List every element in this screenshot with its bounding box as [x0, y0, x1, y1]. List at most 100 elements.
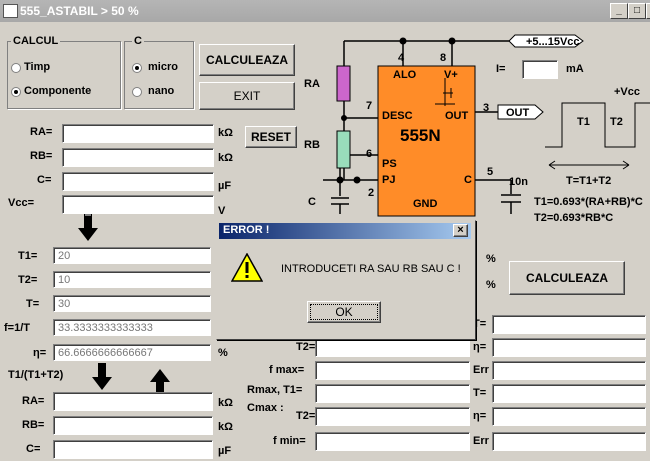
rb-unit: kΩ — [218, 152, 233, 164]
rb-bottom-label: RB= — [22, 419, 45, 431]
rmax-label: Rmax, T1= — [247, 384, 303, 396]
rmax-t1-input[interactable] — [315, 384, 470, 403]
t2-wave-label: T2 — [610, 116, 623, 128]
c-bottom-input[interactable] — [53, 440, 213, 459]
f-result-label: f=1/T — [4, 322, 30, 334]
right-t-output — [492, 315, 646, 334]
radio-timp-label: Timp — [24, 61, 51, 73]
ok-button[interactable]: OK — [307, 301, 381, 323]
t1-result: 20 — [53, 247, 211, 264]
pin-4-number: 4 — [398, 52, 405, 64]
fmax-input[interactable] — [315, 361, 470, 380]
t1-wave-label: T1 — [577, 116, 590, 128]
current-output — [522, 60, 558, 79]
vcc-wave-label: +Vcc — [614, 86, 640, 98]
right-err-label-2: Err — [473, 435, 489, 447]
rb-label: RB= — [30, 150, 53, 162]
ra-symbol-label: RA — [304, 78, 320, 90]
t-result-label: T= — [26, 298, 40, 310]
right-err-output — [492, 361, 646, 380]
radio-nano[interactable] — [132, 87, 142, 97]
c-bottom-label: C= — [26, 443, 41, 455]
right-t-label-2: T= — [473, 387, 487, 399]
pin-5-number: 5 — [487, 166, 494, 178]
right-t-output-2 — [492, 384, 646, 403]
t2-lower-label: T2= — [296, 341, 316, 353]
exit-button[interactable]: EXIT — [199, 82, 295, 110]
rb-bottom-input[interactable] — [53, 416, 213, 435]
rb-input[interactable] — [62, 148, 214, 167]
dialog-title-bar: ERROR ! × — [219, 223, 471, 239]
ra-bottom-input[interactable] — [53, 392, 213, 411]
f-result: 33.3333333333333 — [53, 319, 211, 336]
minimize-button[interactable]: _ — [610, 3, 628, 19]
chip-name: 555N — [400, 126, 441, 145]
t-result: 30 — [53, 295, 211, 312]
pin-2-number: 2 — [368, 187, 375, 199]
vcc-label: Vcc= — [8, 197, 34, 209]
ra-unit: kΩ — [218, 127, 233, 139]
c-input[interactable] — [62, 172, 214, 191]
dialog-message: INTRODUCETI RA SAU RB SAU C ! — [281, 263, 461, 275]
pin-out-label: OUT — [445, 110, 469, 122]
right-eta-label: η= — [473, 341, 487, 353]
vcc-input[interactable] — [62, 195, 214, 214]
pin-c-label: C — [464, 174, 472, 186]
c-label: C= — [37, 174, 52, 186]
t-sum-label: T=T1+T2 — [566, 175, 612, 187]
pin-3-number: 3 — [483, 102, 490, 114]
c-bottom-unit: µF — [218, 445, 232, 457]
calcul-group — [7, 41, 121, 109]
pin-desc-label: DESC — [382, 110, 413, 122]
t2-result-label: T2= — [18, 274, 38, 286]
pin-gnd-label: GND — [413, 198, 438, 210]
t1-formula: T1=0.693*(RA+RB)*C — [534, 196, 643, 208]
maximize-button[interactable]: □ — [628, 3, 646, 19]
radio-componente-label: Componente — [24, 85, 92, 97]
ra-label: RA= — [30, 126, 53, 138]
vcc-unit: V — [218, 205, 226, 217]
calculeaza-button[interactable]: CALCULEAZA — [199, 44, 295, 76]
cmax-t2-input[interactable] — [315, 407, 470, 426]
c-symbol-label: C — [308, 196, 316, 208]
app-icon — [3, 4, 18, 18]
arrow-down-icon — [78, 214, 98, 241]
close-button[interactable]: x — [646, 3, 650, 19]
eta-result-label: η= — [33, 347, 47, 359]
radio-micro-label: micro — [148, 61, 178, 73]
title-bar: 555_ASTABIL > 50 % _ □ x — [0, 0, 650, 22]
pct-unit-2: % — [486, 279, 496, 291]
right-eta-label-2: η= — [473, 410, 487, 422]
ra-input[interactable] — [62, 124, 214, 143]
fmin-input[interactable] — [315, 432, 470, 451]
ratio-label: T1/(T1+T2) — [8, 369, 64, 381]
ra-bottom-label: RA= — [22, 395, 45, 407]
dialog-title: ERROR ! — [223, 224, 270, 236]
c-unit: µF — [218, 180, 232, 192]
pct-unit-1: % — [486, 253, 496, 265]
radio-timp[interactable] — [11, 63, 21, 73]
fmax-label: f max= — [269, 364, 305, 376]
right-eta-output-2 — [492, 407, 646, 426]
error-dialog: ERROR ! × INTRODUCETI RA SAU RB SAU C ! … — [216, 220, 476, 340]
radio-componente[interactable] — [11, 87, 21, 97]
eta-result: 66.6666666666667 — [53, 344, 211, 361]
pin-6-number: 6 — [366, 148, 373, 160]
radio-micro[interactable] — [132, 63, 142, 73]
t2-lower-input[interactable] — [315, 338, 470, 357]
right-err-label: Err — [473, 364, 489, 376]
reset-button[interactable]: RESET — [245, 126, 297, 148]
ra-resistor — [336, 65, 351, 102]
calculeaza-right-button[interactable]: CALCULEAZA — [509, 261, 625, 295]
window-title: 555_ASTABIL > 50 % — [20, 4, 139, 18]
pin-8-number: 8 — [440, 52, 447, 64]
rb-symbol-label: RB — [304, 139, 320, 151]
right-eta-output — [492, 338, 646, 357]
warning-icon — [231, 253, 263, 282]
right-err-output-2 — [492, 432, 646, 451]
current-label: I= — [496, 63, 506, 75]
c-group-title: C — [132, 35, 144, 47]
ra-bottom-unit: kΩ — [218, 397, 233, 409]
dialog-close-button[interactable]: × — [453, 224, 468, 237]
pin-vplus-label: V+ — [444, 69, 458, 81]
